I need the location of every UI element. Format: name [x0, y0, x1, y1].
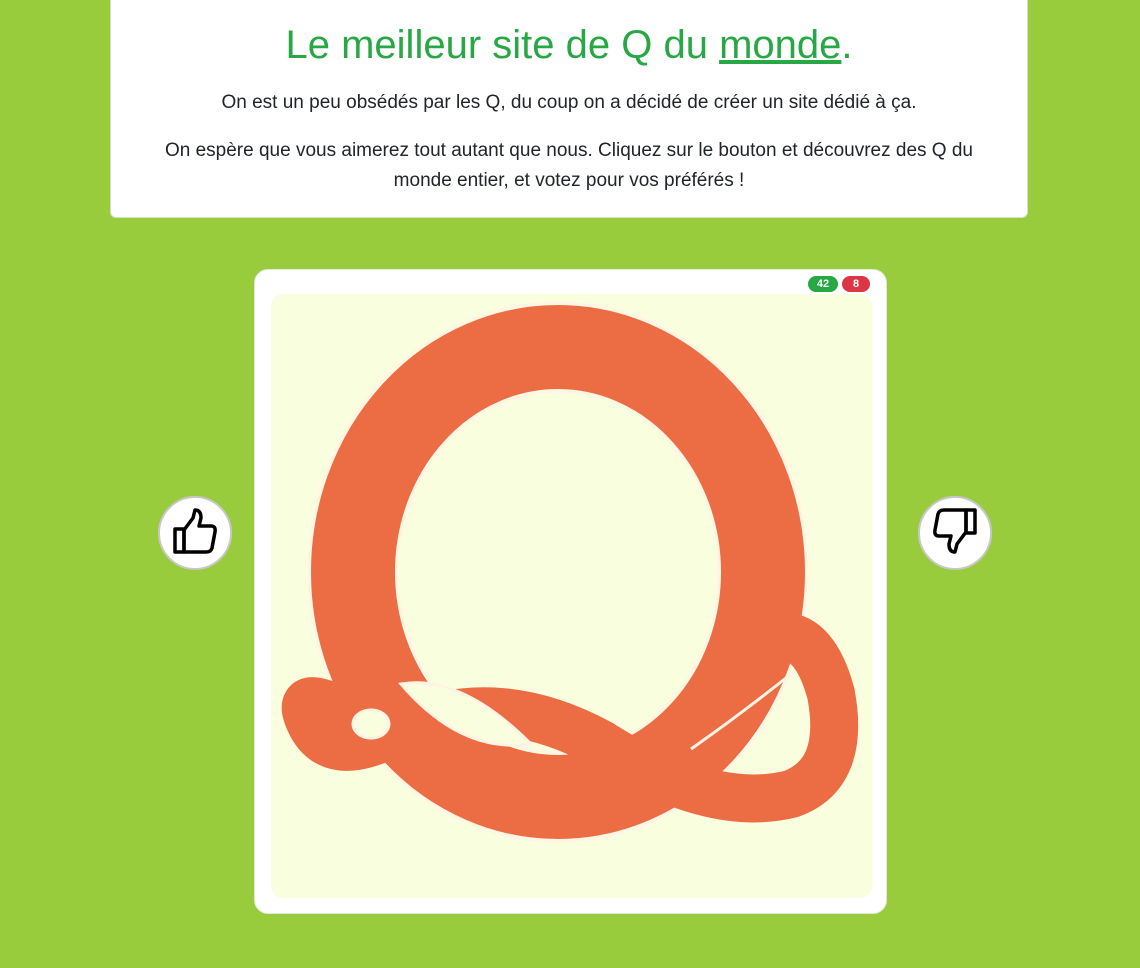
thumbs-up-icon	[171, 506, 219, 561]
intro-text: On est un peu obsédés par les Q, du coup…	[221, 92, 917, 113]
intro-text-2: On espère que vous aimerez tout autant q…	[164, 140, 973, 191]
vote-counts: 42 8	[808, 276, 870, 292]
header-card: Le meilleur site de Q du monde. On est u…	[110, 0, 1028, 218]
q-card: 42 8	[254, 269, 887, 914]
downvote-count-badge: 8	[842, 276, 870, 292]
like-button[interactable]	[158, 496, 232, 570]
dislike-button[interactable]	[918, 496, 992, 570]
thumbs-down-icon	[931, 506, 979, 561]
letter-q-illustration	[271, 294, 872, 898]
q-image	[271, 294, 872, 898]
upvote-count-badge: 42	[808, 276, 838, 292]
title-prefix: Le meilleur site de Q du	[285, 23, 720, 67]
title-suffix: .	[841, 23, 853, 67]
page-title: Le meilleur site de Q du monde.	[111, 22, 1027, 68]
title-link-monde[interactable]: monde	[719, 23, 841, 67]
